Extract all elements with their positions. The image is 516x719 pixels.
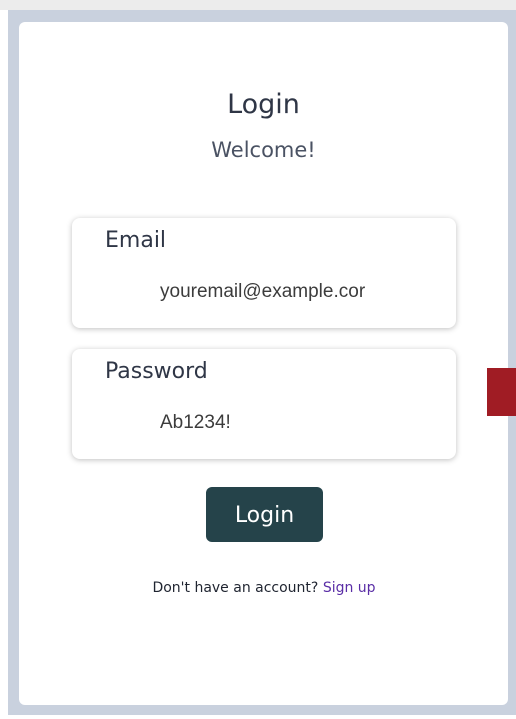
login-button[interactable]: Login [206,487,323,542]
password-field-card: Password [72,349,456,459]
accent-block [487,368,516,416]
top-strip [0,0,516,10]
email-label: Email [105,228,167,253]
signup-prompt-line: Don't have an account? Sign up [0,580,516,596]
page: Login Welcome! Email Password Login Don'… [0,0,516,719]
signup-prompt: Don't have an account? [152,580,319,596]
page-title: Login [227,89,300,120]
password-label: Password [105,359,208,384]
signup-link[interactable]: Sign up [323,580,376,596]
welcome-subtitle: Welcome! [211,138,316,162]
password-field[interactable] [160,412,400,434]
email-field[interactable] [160,281,400,303]
email-field-card: Email [72,218,456,328]
